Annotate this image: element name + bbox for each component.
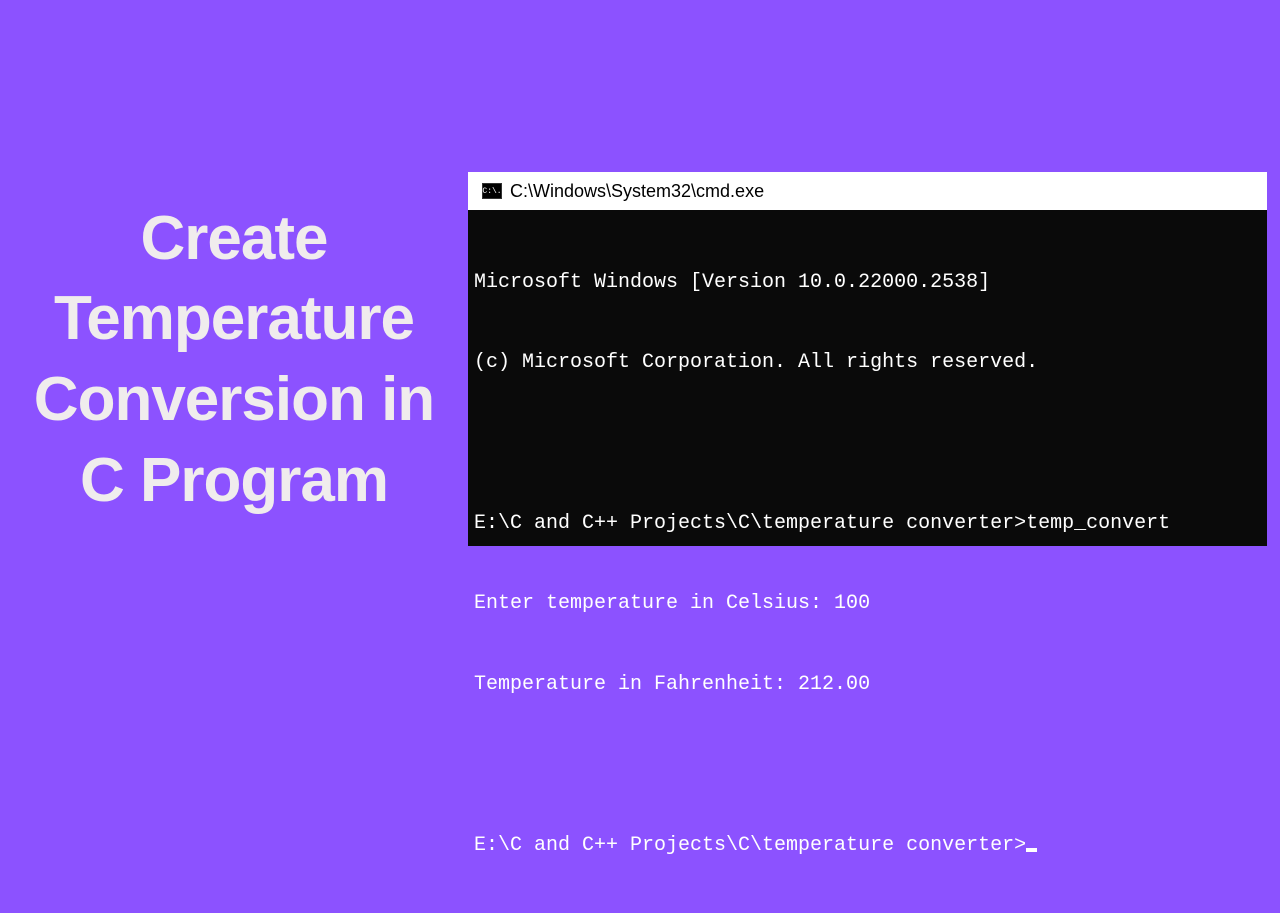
window-title-bar[interactable]: C:\. C:\Windows\System32\cmd.exe bbox=[468, 172, 1267, 210]
left-title-panel: Create Temperature Conversion in C Progr… bbox=[0, 199, 468, 521]
terminal-line: Temperature in Fahrenheit: 212.00 bbox=[474, 672, 1267, 699]
terminal-body[interactable]: Microsoft Windows [Version 10.0.22000.25… bbox=[468, 210, 1267, 546]
cursor bbox=[1026, 848, 1037, 852]
terminal-prompt: E:\C and C++ Projects\C\temperature conv… bbox=[474, 834, 1026, 857]
cmd-icon: C:\. bbox=[482, 183, 502, 199]
terminal-line: E:\C and C++ Projects\C\temperature conv… bbox=[474, 511, 1267, 538]
blank-line bbox=[474, 430, 1267, 457]
terminal-line: (c) Microsoft Corporation. All rights re… bbox=[474, 350, 1267, 377]
page-title: Create Temperature Conversion in C Progr… bbox=[20, 199, 448, 521]
terminal-line: Microsoft Windows [Version 10.0.22000.25… bbox=[474, 270, 1267, 297]
window-title-text: C:\Windows\System32\cmd.exe bbox=[510, 181, 764, 202]
blank-line bbox=[474, 752, 1267, 779]
cmd-window: C:\. C:\Windows\System32\cmd.exe Microso… bbox=[468, 172, 1267, 546]
cmd-window-container: C:\. C:\Windows\System32\cmd.exe Microso… bbox=[468, 172, 1267, 546]
terminal-prompt-line: E:\C and C++ Projects\C\temperature conv… bbox=[474, 833, 1267, 860]
terminal-line: Enter temperature in Celsius: 100 bbox=[474, 591, 1267, 618]
